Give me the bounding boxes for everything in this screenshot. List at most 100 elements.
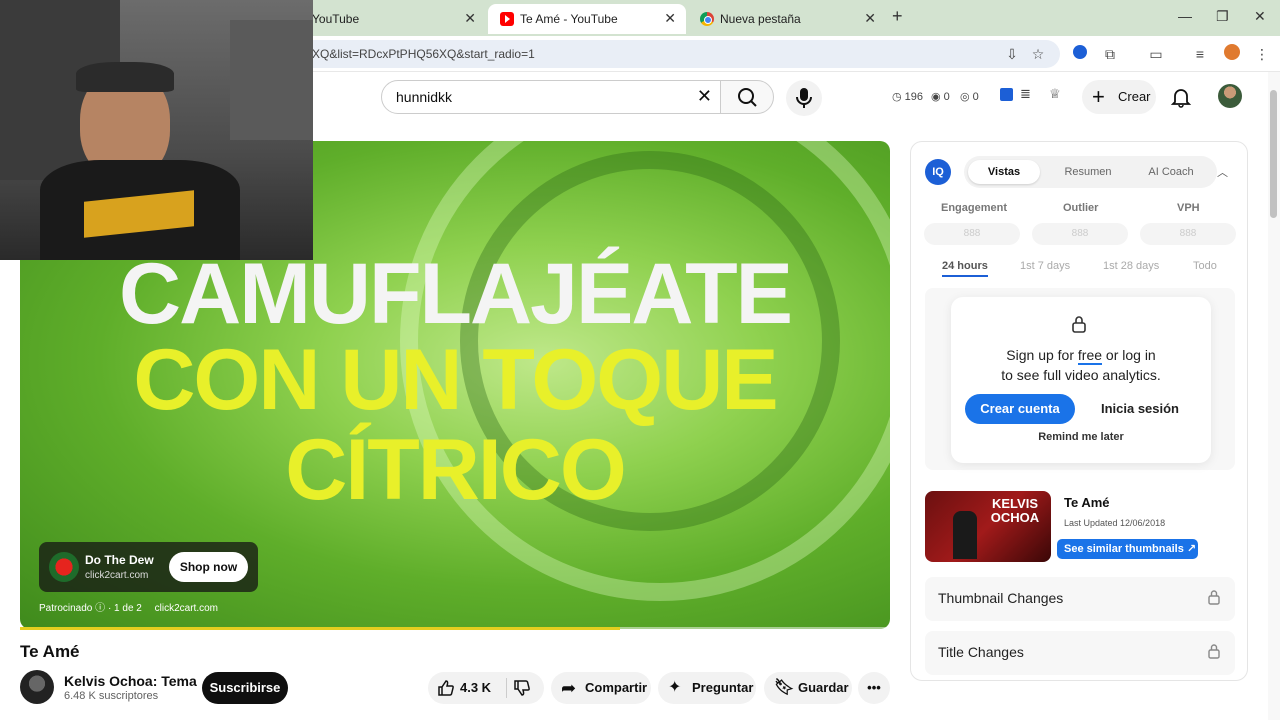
metric-engagement: Engagement: [941, 202, 1008, 214]
signup-line2: to see full video analytics.: [1001, 367, 1161, 383]
window-close-icon[interactable]: ✕: [1254, 8, 1266, 25]
info-icon[interactable]: ⓘ: [95, 603, 108, 614]
range-28-days[interactable]: 1st 28 days: [1103, 260, 1159, 272]
close-icon[interactable]: ✕: [864, 10, 876, 27]
video-progress-bar[interactable]: [20, 627, 890, 630]
create-account-button[interactable]: Crear cuenta: [965, 394, 1075, 424]
video-progress-fill: [20, 627, 621, 630]
clear-search-icon[interactable]: ✕: [697, 86, 712, 107]
ask-label: Preguntar: [692, 680, 754, 695]
ad-meta: Patrocinado ⓘ · 1 de 2 click2cart.com: [39, 603, 218, 614]
tab-new[interactable]: Nueva pestaña ✕: [688, 4, 886, 34]
list-icon[interactable]: ≣: [1020, 86, 1031, 102]
search-button[interactable]: [720, 80, 774, 114]
more-horizontal-icon: •••: [867, 680, 881, 695]
ad-card[interactable]: Do The Dew click2cart.com Shop now: [39, 542, 258, 592]
bookmark-icon: 🔖︎: [774, 679, 795, 696]
views-stat: ◷ 196: [892, 91, 924, 103]
lock-icon: [1207, 589, 1221, 608]
collapse-chevron-icon[interactable]: ︿: [1217, 164, 1228, 180]
minimize-icon[interactable]: —: [1178, 8, 1192, 24]
channel-avatar[interactable]: [20, 670, 54, 704]
menu-kebab-icon[interactable]: ⋮: [1252, 44, 1272, 64]
tab-title: YouTube: [312, 12, 360, 26]
url-text: XQ&list=RDcxPtPHQ56XQ&start_radio=1: [312, 47, 535, 61]
thumbnail-artist-text: KELVIS OCHOA: [990, 496, 1040, 525]
user-avatar[interactable]: [1218, 84, 1242, 108]
subscribe-button[interactable]: Suscribirse: [202, 672, 288, 704]
tab-te-ame[interactable]: Te Amé - YouTube ✕: [488, 4, 686, 34]
close-icon[interactable]: ✕: [664, 10, 676, 27]
tab-resumen[interactable]: Resumen: [1048, 160, 1128, 184]
trophy-icon[interactable]: ♕: [1049, 86, 1061, 102]
bookmark-star-icon[interactable]: ☆: [1028, 44, 1048, 64]
eye-stat: ◉ 0: [931, 91, 950, 103]
thumbnail-changes-row[interactable]: Thumbnail Changes: [925, 577, 1235, 621]
tab-title: Nueva pestaña: [720, 12, 801, 26]
search-value: hunnidkk: [396, 89, 453, 105]
webcam-overlay: [0, 0, 313, 260]
dislike-button[interactable]: [512, 678, 532, 710]
similar-label: See similar thumbnails: [1064, 543, 1184, 555]
create-label: Crear: [1118, 89, 1151, 104]
range-7-days[interactable]: 1st 7 days: [1020, 260, 1070, 272]
share-label: Compartir: [585, 680, 648, 695]
search-icon: [738, 88, 757, 107]
media-icon[interactable]: ≡: [1190, 44, 1210, 64]
see-similar-thumbnails-button[interactable]: See similar thumbnails ↗: [1057, 539, 1198, 559]
divider: [506, 678, 507, 698]
title-changes-label: Title Changes: [938, 644, 1024, 660]
create-button[interactable]: + Crear: [1082, 80, 1156, 114]
page-scrollbar[interactable]: [1268, 72, 1280, 720]
more-actions-button[interactable]: •••: [858, 672, 890, 704]
voice-search-button[interactable]: [786, 80, 822, 116]
webcam-headset: [76, 62, 174, 92]
save-button[interactable]: 🔖︎ Guardar: [764, 672, 852, 704]
youtube-icon: [500, 12, 514, 26]
shop-now-button[interactable]: Shop now: [169, 552, 248, 582]
tab-vistas[interactable]: Vistas: [968, 160, 1040, 184]
lock-icon: [1207, 643, 1221, 662]
like-count: 4.3 K: [460, 680, 492, 695]
remind-later-link[interactable]: Remind me later: [951, 431, 1211, 443]
address-bar[interactable]: XQ&list=RDcxPtPHQ56XQ&start_radio=1: [300, 40, 1060, 68]
sponsored-label: Patrocinado: [39, 603, 93, 614]
headline-line-3: CÍTRICO: [285, 422, 627, 518]
install-icon[interactable]: ⇩: [1002, 44, 1022, 64]
extension-iq-icon[interactable]: [1070, 44, 1090, 64]
eye-off-count: 0: [972, 91, 979, 103]
new-tab-icon[interactable]: +: [892, 6, 903, 27]
search-input[interactable]: hunnidkk ✕: [381, 80, 721, 114]
tab-ai-coach[interactable]: AI Coach: [1130, 160, 1212, 184]
video-thumbnail[interactable]: KELVIS OCHOA: [925, 491, 1051, 562]
iq-badge-icon[interactable]: [1000, 88, 1013, 104]
title-changes-row[interactable]: Title Changes: [925, 631, 1235, 675]
signup-line1a: Sign up for: [1006, 347, 1078, 363]
login-button[interactable]: Inicia sesión: [1085, 394, 1195, 424]
maximize-icon[interactable]: ❐: [1216, 8, 1229, 25]
external-arrow-icon: ↗: [1186, 543, 1197, 555]
analytics-panel: IQ Vistas Resumen AI Coach ︿ Engagement …: [910, 141, 1248, 681]
tab-youtube[interactable]: YouTube ✕: [300, 4, 486, 34]
metric-vph: VPH: [1177, 202, 1200, 214]
iq-logo-icon: IQ: [925, 159, 951, 185]
plus-icon: +: [1092, 84, 1105, 109]
ad-title: Do The Dew: [85, 553, 154, 567]
ad-meta-domain[interactable]: click2cart.com: [155, 603, 218, 614]
notifications-bell-icon[interactable]: [1170, 86, 1192, 113]
channel-name[interactable]: Kelvis Ochoa: Tema: [64, 673, 197, 689]
range-24-hours[interactable]: 24 hours: [942, 260, 988, 277]
mic-icon: [796, 88, 812, 108]
share-button[interactable]: ➦ Compartir: [551, 672, 651, 704]
ask-button[interactable]: ✦ Preguntar: [658, 672, 756, 704]
extensions-icon[interactable]: ⧉: [1100, 44, 1120, 64]
range-all[interactable]: Todo: [1193, 260, 1217, 272]
last-updated: Last Updated 12/06/2018: [1064, 518, 1166, 528]
panel-tabs: Vistas Resumen AI Coach: [964, 156, 1217, 188]
profile-icon[interactable]: [1222, 44, 1242, 64]
webcam-wall: [230, 20, 313, 140]
scrollbar-thumb[interactable]: [1270, 90, 1277, 218]
cast-icon[interactable]: ▭: [1146, 44, 1166, 64]
close-icon[interactable]: ✕: [464, 10, 476, 27]
tab-title: Te Amé - YouTube: [520, 12, 618, 26]
